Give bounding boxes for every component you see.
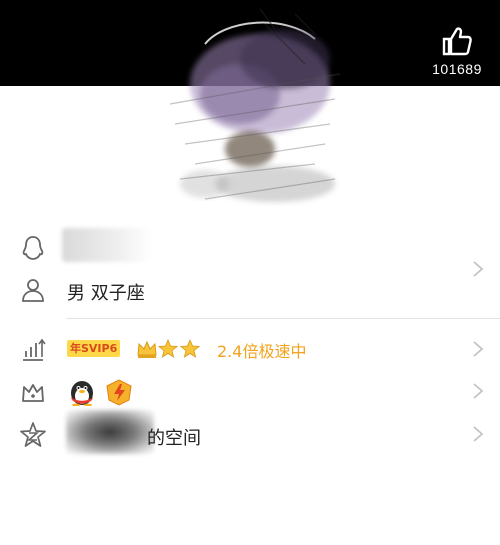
chevron-right-icon[interactable] bbox=[471, 340, 485, 358]
crown-badge-icon bbox=[137, 340, 157, 358]
level-bars-icon bbox=[23, 338, 46, 361]
nickname-row[interactable] bbox=[0, 228, 500, 264]
vip-badge: 年SVIP6 bbox=[67, 340, 121, 357]
lightning-badge-icon bbox=[106, 379, 132, 406]
gender-zodiac-text: 男 双子座 bbox=[67, 283, 145, 304]
space-label: 的空间 bbox=[147, 428, 201, 449]
gender-zodiac-row: 男 双子座 bbox=[0, 276, 500, 306]
qzone-star-icon bbox=[20, 422, 46, 447]
section-divider bbox=[66, 318, 500, 319]
space-owner-obscured bbox=[66, 410, 154, 454]
qq-penguin-icon bbox=[22, 236, 44, 260]
star-badge-icon bbox=[180, 339, 200, 358]
chevron-right-icon[interactable] bbox=[471, 382, 485, 400]
nickname-obscured bbox=[62, 228, 152, 262]
like-button[interactable]: 101689 bbox=[422, 26, 492, 77]
crown-icon bbox=[22, 384, 44, 402]
avatar[interactable] bbox=[165, 4, 345, 224]
star-badge-icon bbox=[158, 339, 178, 358]
qq-penguin-badge-icon bbox=[71, 381, 93, 406]
chevron-right-icon[interactable] bbox=[471, 425, 485, 443]
avatar-scribble bbox=[169, 8, 341, 202]
like-count: 101689 bbox=[432, 61, 482, 77]
thumbs-up-icon bbox=[442, 27, 472, 56]
person-icon bbox=[22, 279, 44, 302]
speed-status: 2.4倍极速中 bbox=[217, 342, 307, 361]
